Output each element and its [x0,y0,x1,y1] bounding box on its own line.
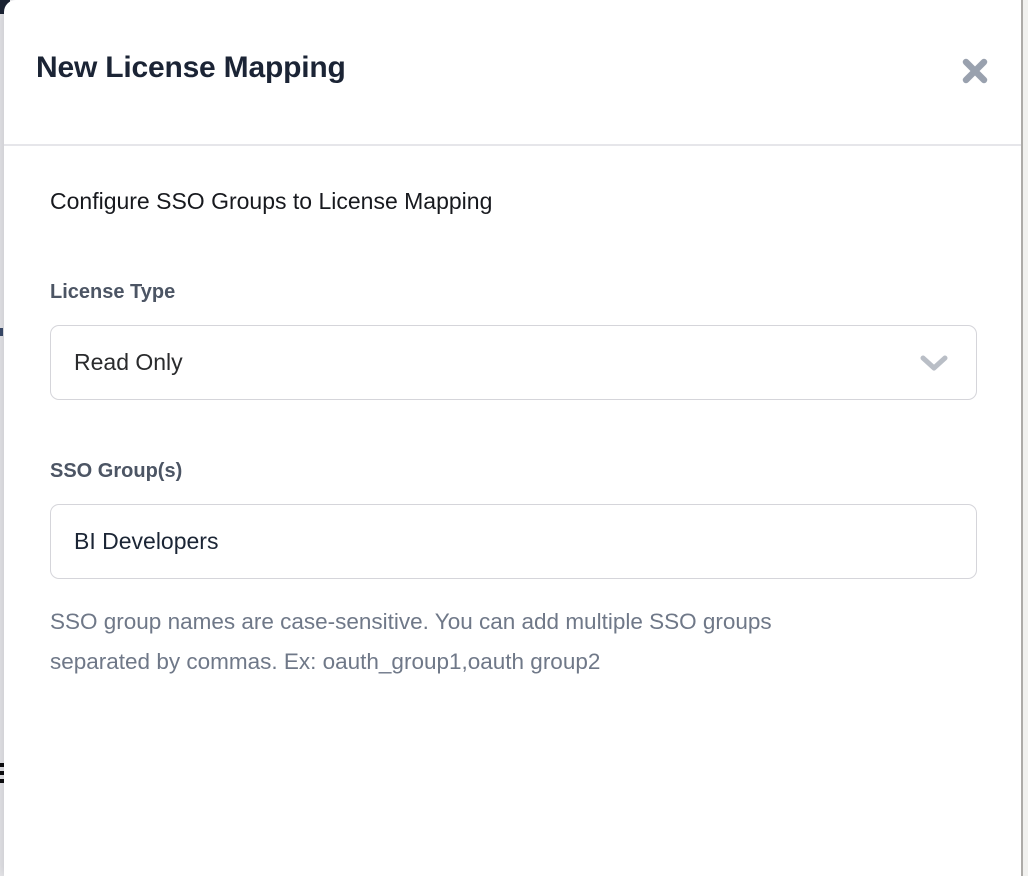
sso-groups-field-group: SSO Group(s) SSO group names are case-se… [50,460,975,682]
help-text-line: SSO group names are case-sensitive. You … [50,602,975,642]
close-button[interactable] [957,53,993,89]
license-type-selected-value: Read Only [74,349,183,376]
license-type-field-group: License Type Read Only [50,281,975,400]
scrollbar-track[interactable] [1021,0,1028,876]
sso-groups-help-text: SSO group names are case-sensitive. You … [50,602,975,682]
section-heading: Configure SSO Groups to License Mapping [50,188,975,215]
license-type-label: License Type [50,281,975,304]
backdrop-page-fragment [0,328,3,336]
help-text-line: separated by commas. Ex: oauth_group1,oa… [50,642,975,682]
modal-body: Configure SSO Groups to License Mapping … [4,146,1021,682]
sso-groups-label: SSO Group(s) [50,460,975,483]
modal-title: New License Mapping [36,51,346,85]
sso-groups-input[interactable] [50,504,977,579]
license-type-select[interactable]: Read Only [50,325,977,400]
chevron-down-icon [920,354,948,372]
close-icon [959,55,991,87]
modal-header: New License Mapping [4,0,1021,146]
new-license-mapping-modal: New License Mapping Configure SSO Groups… [4,0,1021,876]
